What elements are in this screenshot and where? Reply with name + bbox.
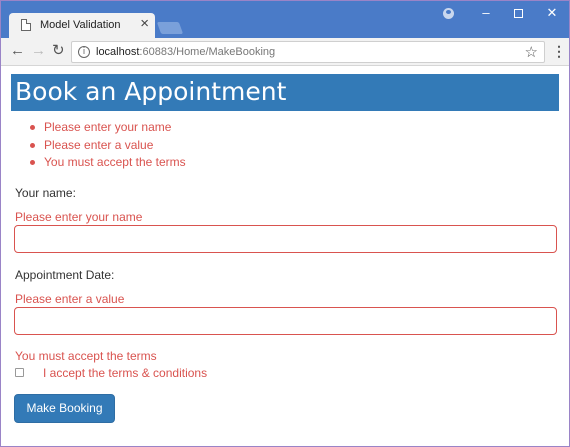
tab-close-icon[interactable]: × [140, 16, 149, 31]
page-content: Book an Appointment Please enter your na… [1, 67, 569, 446]
terms-error: You must accept the terms [15, 349, 157, 363]
terms-checkbox[interactable] [15, 368, 24, 377]
summary-item: Please enter a value [30, 138, 186, 156]
browser-window: Model Validation × – ✕ ← → ↻ i localhost… [0, 0, 570, 447]
tab-title: Model Validation [40, 19, 121, 31]
name-input[interactable] [14, 225, 557, 253]
make-booking-button[interactable]: Make Booking [14, 394, 115, 423]
info-icon[interactable]: i [78, 46, 90, 58]
reload-icon[interactable]: ↻ [52, 42, 65, 60]
star-icon[interactable]: ☆ [525, 43, 538, 61]
name-error: Please enter your name [15, 210, 143, 224]
page-icon [21, 19, 31, 31]
terms-label[interactable]: I accept the terms & conditions [43, 366, 207, 380]
close-window-button[interactable]: ✕ [537, 3, 567, 23]
url-host: localhost [96, 46, 140, 58]
summary-item: You must accept the terms [30, 155, 186, 173]
validation-summary: Please enter your name Please enter a va… [30, 120, 186, 173]
name-label: Your name: [15, 186, 76, 200]
maximize-button[interactable] [503, 3, 533, 23]
tab-strip: Model Validation × – ✕ [1, 1, 569, 38]
new-tab-button[interactable] [156, 22, 184, 34]
back-arrow-icon[interactable]: ← [10, 42, 25, 60]
date-error: Please enter a value [15, 292, 125, 306]
summary-item: Please enter your name [30, 120, 186, 138]
url-path: :60883/Home/MakeBooking [139, 46, 276, 58]
profile-icon[interactable] [443, 8, 454, 19]
url-text: localhost:60883/Home/MakeBooking [96, 46, 275, 58]
browser-toolbar: ← → ↻ i localhost:60883/Home/MakeBooking… [1, 38, 569, 66]
date-label: Appointment Date: [15, 268, 115, 282]
page-title: Book an Appointment [15, 77, 287, 106]
date-input[interactable] [14, 307, 557, 335]
address-bar[interactable]: i localhost:60883/Home/MakeBooking ☆ [71, 41, 545, 63]
minimize-button[interactable]: – [471, 3, 501, 23]
forward-arrow-icon[interactable]: → [31, 42, 46, 60]
browser-tab[interactable]: Model Validation × [9, 13, 155, 38]
page-header: Book an Appointment [11, 74, 559, 111]
menu-icon[interactable]: ⋮ [552, 43, 566, 60]
